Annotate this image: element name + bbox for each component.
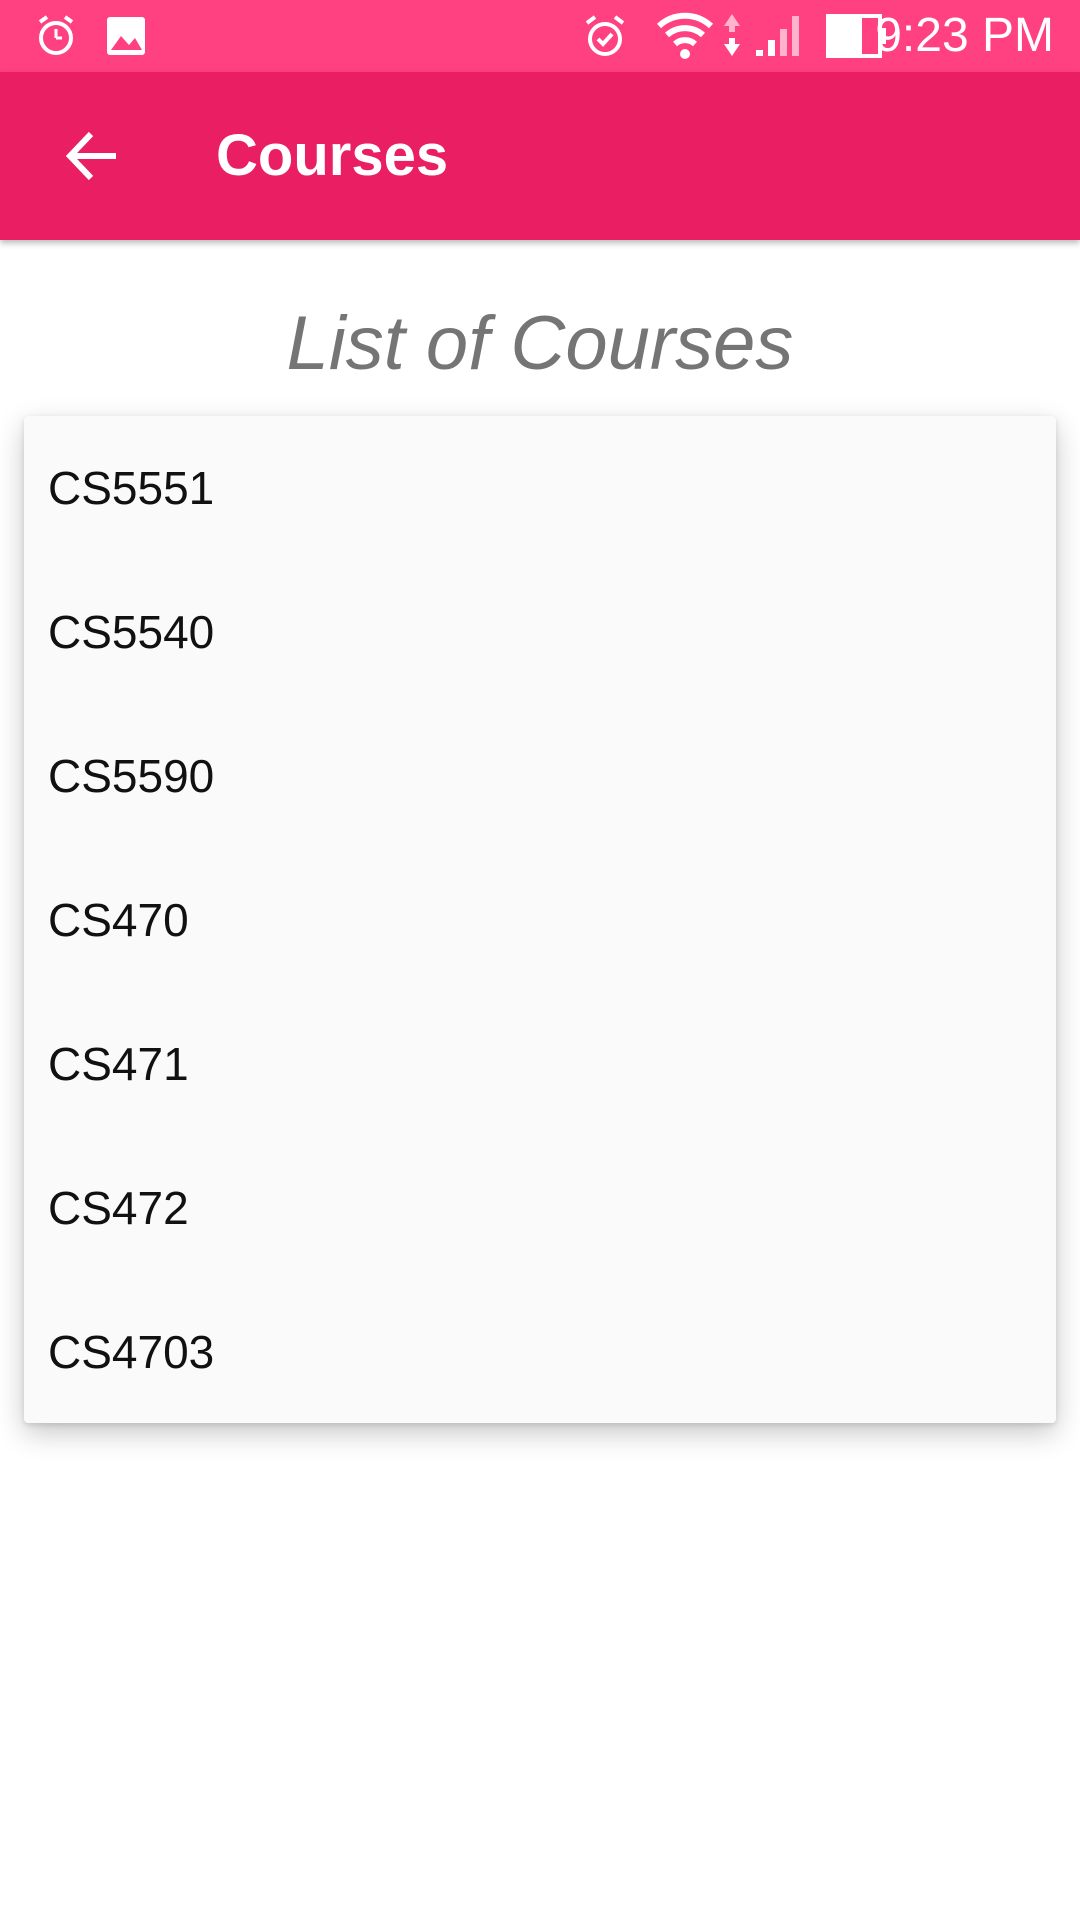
- alarm-icon: [582, 14, 628, 65]
- list-item-course[interactable]: CS472: [24, 1136, 1056, 1280]
- status-bar: 9:23 PM: [0, 0, 1080, 72]
- arrow-back-icon: [65, 131, 116, 181]
- alarm-clock-icon: [34, 14, 78, 63]
- cell-signal-icon: [754, 12, 804, 63]
- list-item-course[interactable]: CS5551: [24, 416, 1056, 560]
- image-icon: [104, 14, 148, 63]
- list-item-course[interactable]: CS5590: [24, 704, 1056, 848]
- wifi-icon: [656, 10, 714, 65]
- list-item-course[interactable]: CS471: [24, 992, 1056, 1136]
- data-transfer-icon: [722, 12, 742, 63]
- app-bar: Courses: [0, 72, 1080, 240]
- status-time: 9:23 PM: [875, 9, 1054, 62]
- list-item-course[interactable]: CS5540: [24, 560, 1056, 704]
- back-button[interactable]: [44, 108, 140, 204]
- course-list: CS5551 CS5540 CS5590 CS470 CS471 CS472 C…: [24, 416, 1056, 1423]
- list-item-course[interactable]: CS4703: [24, 1280, 1056, 1424]
- list-item-course[interactable]: CS470: [24, 848, 1056, 992]
- page-heading: List of Courses: [286, 301, 794, 386]
- app-title: Courses: [216, 123, 449, 188]
